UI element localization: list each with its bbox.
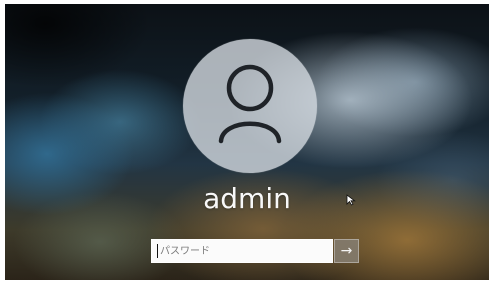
user-icon [218, 64, 282, 144]
user-name: admin [203, 182, 291, 215]
arrow-right-icon: → [340, 242, 353, 259]
background-shadow [5, 4, 185, 99]
screenshot-frame: admin → [0, 0, 494, 286]
sign-in-button[interactable]: → [334, 239, 359, 263]
mouse-pointer-icon [346, 194, 356, 206]
password-field[interactable] [151, 239, 333, 263]
user-avatar [183, 39, 317, 173]
text-caret [157, 244, 158, 258]
